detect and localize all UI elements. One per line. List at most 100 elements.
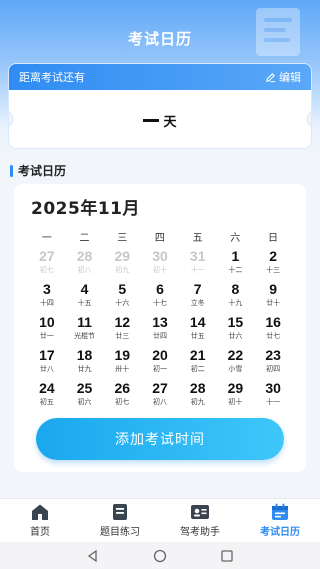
day-number: 28 [189,380,206,396]
ticket-notch-right [307,112,311,126]
notebook-icon [113,504,127,520]
calendar-day[interactable]: 15 廿六 [217,314,255,347]
day-number: 27 [152,380,168,396]
countdown-label: 距离考试还有 [19,71,85,84]
calendar-day[interactable]: 30 十一 [254,380,292,413]
calendar-day[interactable]: 28 初九 [179,380,217,413]
calendar-day[interactable]: 1 十二 [217,248,255,281]
lunar-date: 廿四 [152,332,167,340]
tab-driving-assistant[interactable]: 驾考助手 [160,499,240,542]
calendar-day[interactable]: 8 十九 [217,281,255,314]
recent-apps-icon[interactable] [220,549,234,563]
lunar-date: 十一 [190,266,205,274]
calendar-day[interactable]: 18 廿九 [66,347,104,380]
calendar-day[interactable]: 6 十七 [141,281,179,314]
day-number: 28 [76,248,93,264]
lunar-date: 初一 [152,365,167,373]
lunar-date: 十七 [152,299,167,307]
countdown-card: 距离考试还有 编辑 天 [8,63,312,149]
lunar-date: 十一 [266,398,281,406]
calendar-day[interactable]: 2 十三 [254,248,292,281]
calendar-day[interactable]: 11 光棍节 [66,314,104,347]
day-number: 11 [77,314,92,330]
section-title: 考试日历 [18,164,67,178]
calendar-day[interactable]: 26 初七 [103,380,141,413]
day-number: 10 [39,314,55,330]
lunar-date: 初十 [152,266,167,274]
edit-button[interactable]: 编辑 [265,69,301,85]
day-number: 18 [76,347,93,363]
calendar-day[interactable]: 12 廿三 [103,314,141,347]
tab-exam-calendar[interactable]: 考试日历 [240,499,320,542]
calendar-day[interactable]: 3 十四 [28,281,66,314]
calendar-day[interactable]: 21 初二 [179,347,217,380]
calendar-day[interactable]: 16 廿七 [254,314,292,347]
pencil-icon [266,72,276,82]
calendar-day[interactable]: 7 立冬 [179,281,217,314]
day-number: 22 [227,347,244,363]
day-number: 4 [80,281,89,297]
day-number: 13 [152,314,168,330]
calendar-day[interactable]: 4 十五 [66,281,104,314]
lunar-date: 初八 [152,398,167,406]
lunar-date: 廿六 [228,332,243,340]
day-number: 30 [152,248,168,264]
calendar-day[interactable]: 20 初一 [141,347,179,380]
calendar-card: 2025年11月 一 二 三 四 五 六 日 27 初七 28 初八 29 初九 30 初十 3… [14,184,306,472]
calendar-day[interactable]: 23 初四 [254,347,292,380]
calendar-icon [272,503,288,520]
day-number: 24 [39,380,55,396]
day-number: 21 [189,347,206,363]
day-number: 20 [152,347,168,363]
day-number: 29 [227,380,244,396]
lunar-date: 廿五 [190,332,205,340]
lunar-date: 初九 [190,398,205,406]
tab-home[interactable]: 首页 [0,499,80,542]
tab-label: 考试日历 [260,527,300,538]
day-number: 5 [118,281,127,297]
section-accent-bar [10,164,13,177]
calendar-day[interactable]: 5 十六 [103,281,141,314]
lunar-date: 初七 [39,266,54,274]
day-number: 29 [114,248,131,264]
calendar-day[interactable]: 27 初八 [141,380,179,413]
calendar-day[interactable]: 29 初十 [217,380,255,413]
tab-practice[interactable]: 题目练习 [80,499,160,542]
weekday-label: 三 [117,233,128,244]
calendar-day-other-month[interactable]: 30 初十 [141,248,179,281]
home-circle-icon[interactable] [153,549,167,563]
day-number: 27 [39,248,55,264]
weekday-label: 六 [230,233,241,244]
add-exam-time-button[interactable]: 添加考试时间 [36,418,284,460]
calendar-day[interactable]: 19 卅十 [103,347,141,380]
day-number: 7 [193,281,202,297]
edit-button-label: 编辑 [279,71,301,84]
lunar-date: 初五 [39,398,54,406]
calendar-day-other-month[interactable]: 29 初九 [103,248,141,281]
bottom-tab-bar: 首页 题目练习 驾考助手 考试日历 [0,498,320,542]
calendar-day[interactable]: 22 小雪 [217,347,255,380]
day-number: 2 [269,248,278,264]
back-icon[interactable] [86,549,100,563]
calendar-day[interactable]: 13 廿四 [141,314,179,347]
lunar-date: 廿一 [39,332,54,340]
day-number: 30 [265,380,281,396]
weekday-header: 一 二 三 四 五 六 日 [28,229,292,244]
lunar-date: 初十 [228,398,243,406]
lunar-date: 廿八 [39,365,54,373]
calendar-day-other-month[interactable]: 28 初八 [66,248,104,281]
lunar-date: 十二 [228,266,243,274]
calendar-day[interactable]: 9 廿十 [254,281,292,314]
page-title: 考试日历 [127,30,192,48]
calendar-day[interactable]: 14 廿五 [179,314,217,347]
calendar-day[interactable]: 25 初六 [66,380,104,413]
weekday-label: 五 [192,233,203,244]
calendar-day-other-month[interactable]: 31 十一 [179,248,217,281]
calendar-day[interactable]: 24 初五 [28,380,66,413]
day-number: 17 [39,347,55,363]
calendar-day-other-month[interactable]: 27 初七 [28,248,66,281]
lunar-date: 初二 [190,365,205,373]
calendar-day[interactable]: 17 廿八 [28,347,66,380]
lunar-date: 立冬 [190,299,205,307]
calendar-day[interactable]: 10 廿一 [28,314,66,347]
